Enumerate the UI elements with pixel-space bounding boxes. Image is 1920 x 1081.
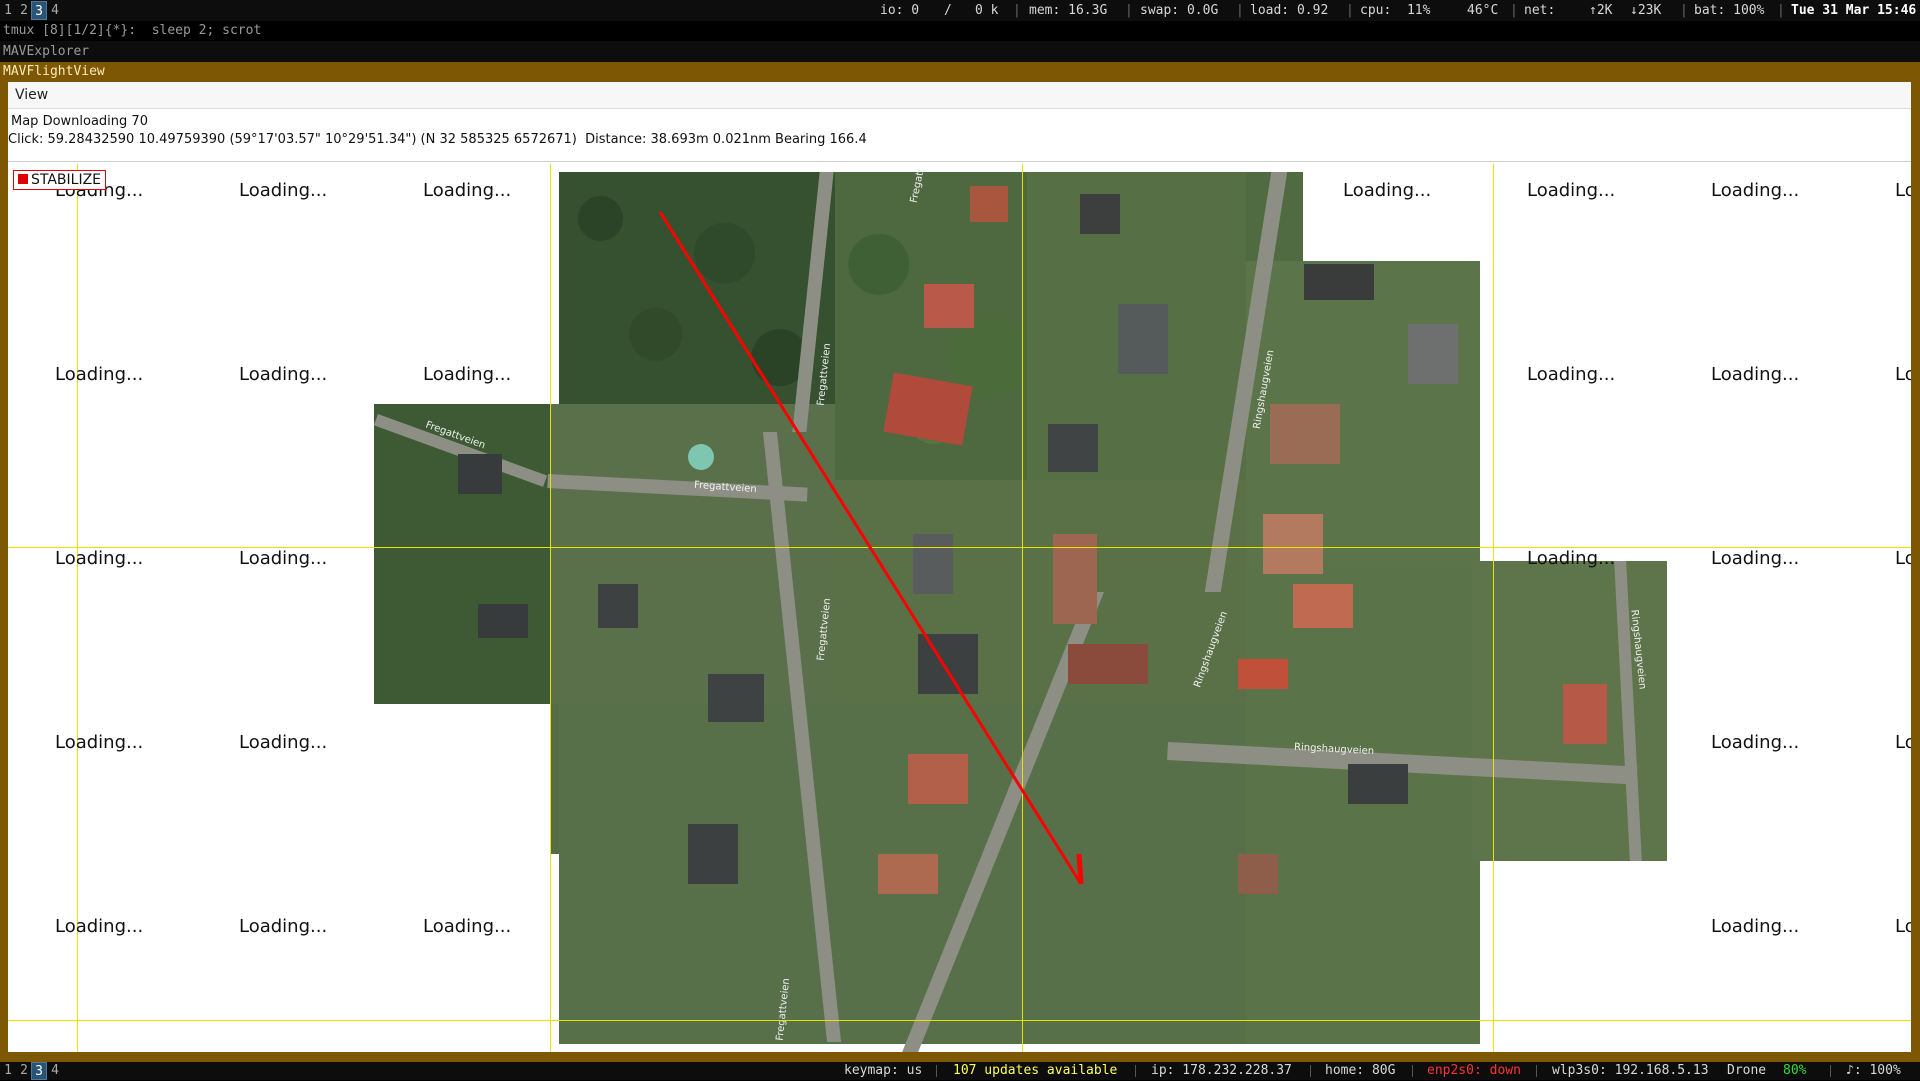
view-menu[interactable]: View [15, 87, 48, 103]
separator [1536, 1065, 1537, 1077]
track-end [1076, 853, 1084, 885]
mavexplorer-title: MAVExplorer [0, 41, 1920, 62]
keymap-stat: keymap: us [844, 1063, 923, 1078]
io-k-stat: 0 k [975, 3, 999, 18]
separator: | [1236, 3, 1244, 18]
mem-stat: mem: 16.3G [1029, 3, 1108, 18]
load-stat: load: 0.92 [1250, 3, 1329, 18]
menu-bar: View [8, 82, 1911, 109]
io-stat: io: 0 [880, 3, 920, 18]
separator: | [1510, 3, 1518, 18]
cpu-stat: cpu: 11% [1360, 3, 1431, 18]
workspace-3-button[interactable]: 3 [31, 1, 47, 20]
drone-label: Drone [1727, 1063, 1767, 1078]
window-frame: MAVFlightView View Map Downloading 70 Cl… [0, 62, 1920, 1062]
flight-mode-badge: STABILIZE [13, 170, 107, 190]
home-disk-stat: home: 80G [1325, 1063, 1396, 1078]
battery-stat: bat: 100% [1694, 3, 1765, 18]
net-down-stat: ↓23K [1630, 3, 1662, 18]
mode-indicator-icon [18, 174, 28, 184]
volume-stat: ♪: 100% [1846, 1063, 1901, 1078]
tmux-status-line: tmux [8][1/2]{*}: sleep 2; scrot [0, 21, 1920, 41]
mav-flight-view-window: View Map Downloading 70 Click: 59.284325… [8, 82, 1911, 1052]
workspace-2-button[interactable]: 2 [16, 1062, 32, 1080]
wifi-stat: wlp3s0: 192.168.5.13 [1552, 1063, 1709, 1078]
separator: | [1777, 3, 1785, 18]
map-view[interactable]: Fregatt Fregattveien Fregattveien Fregat… [8, 164, 1911, 1052]
click-info-text: Click: 59.28432590 10.49759390 (59°17'03… [8, 132, 867, 147]
bottom-status-bar: 1 2 3 4 keymap: us 107 updates available… [0, 1062, 1920, 1080]
net-label: net: [1524, 3, 1556, 18]
separator: | [1680, 3, 1688, 18]
top-status-bar: 1 2 3 4 io: 0 / 0 k | mem: 16.3G | swap:… [0, 0, 1920, 21]
temp-stat: 46°C [1467, 3, 1499, 18]
swap-stat: swap: 0.0G [1140, 3, 1219, 18]
workspace-4-button[interactable]: 4 [47, 1, 63, 20]
ethernet-stat: enp2s0: down [1427, 1063, 1521, 1078]
separator: | [1346, 3, 1354, 18]
map-download-status: Map Downloading 70 [11, 114, 148, 129]
updates-stat: 107 updates available [953, 1063, 1118, 1078]
info-panel: Map Downloading 70 Click: 59.28432590 10… [8, 110, 1911, 162]
workspace-1-button[interactable]: 1 [0, 1062, 16, 1080]
drone-battery-stat: 80% [1783, 1063, 1807, 1078]
separator [1135, 1065, 1136, 1077]
workspace-4-button[interactable]: 4 [47, 1062, 63, 1080]
window-title[interactable]: MAVFlightView [0, 62, 1920, 82]
workspace-2-button[interactable]: 2 [16, 1, 32, 20]
io-slash: / [944, 3, 952, 18]
separator [1310, 1065, 1311, 1077]
separator [1412, 1065, 1413, 1077]
separator [936, 1065, 937, 1077]
workspace-3-button[interactable]: 3 [31, 1062, 47, 1080]
workspace-1-button[interactable]: 1 [0, 1, 16, 20]
clock: Tue 31 Mar 15:46 [1791, 3, 1917, 18]
flight-track [658, 211, 1084, 885]
net-up-stat: ↑2K [1589, 3, 1613, 18]
track-line [658, 211, 1083, 885]
ip-stat: ip: 178.232.228.37 [1151, 1063, 1292, 1078]
separator: | [1125, 3, 1133, 18]
flight-mode-label: STABILIZE [31, 172, 102, 188]
separator [1830, 1065, 1831, 1077]
separator: | [1013, 3, 1021, 18]
